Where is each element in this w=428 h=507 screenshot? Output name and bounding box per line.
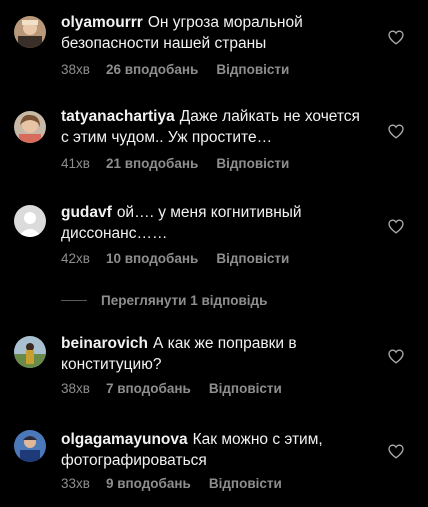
comment-username[interactable]: beinarovich: [61, 335, 148, 352]
reply-button[interactable]: Відповісти: [209, 381, 282, 396]
avatar-image: [14, 16, 46, 48]
reply-button[interactable]: Відповісти: [216, 62, 289, 77]
default-avatar-icon: [14, 205, 46, 237]
comment-time: 38хв: [61, 62, 90, 77]
comment-username[interactable]: tatyanachartiya: [61, 108, 175, 125]
comment-likes-link[interactable]: 7 вподобань: [106, 381, 191, 396]
comment-meta: 41хв 21 вподобань Відповісти: [61, 156, 289, 171]
heart-icon[interactable]: [388, 124, 404, 139]
avatar[interactable]: [14, 430, 46, 462]
avatar[interactable]: [14, 111, 46, 143]
comment-likes-link[interactable]: 10 вподобань: [106, 251, 198, 266]
comment-likes-link[interactable]: 21 вподобань: [106, 156, 198, 171]
comment-meta: 42хв 10 вподобань Відповісти: [61, 251, 289, 266]
comment-time: 33хв: [61, 476, 90, 491]
reply-button[interactable]: Відповісти: [209, 476, 282, 491]
comment-time: 38хв: [61, 381, 90, 396]
comment-time: 42хв: [61, 251, 90, 266]
divider-line: [61, 299, 87, 301]
comment-text-block: beinarovich А как же поправки в конституц…: [61, 333, 361, 375]
comment-likes-link[interactable]: 9 вподобань: [106, 476, 191, 491]
avatar-image: [14, 111, 46, 143]
comment-username[interactable]: olyamourrr: [61, 14, 143, 31]
avatar[interactable]: [14, 336, 46, 368]
comment-text-block: gudavf ой…. у меня когнитивный диссонанс……: [61, 202, 361, 244]
comment-username[interactable]: gudavf: [61, 204, 112, 221]
avatar[interactable]: [14, 205, 46, 237]
heart-icon[interactable]: [388, 219, 404, 234]
reply-button[interactable]: Відповісти: [216, 251, 289, 266]
comment-text-block: olgagamayunova Как можно с этим, фотограф…: [61, 429, 361, 471]
comment-meta: 38хв 7 вподобань Відповісти: [61, 381, 282, 396]
comment-text-block: tatyanachartiya Даже лайкать не хочется с…: [61, 106, 361, 148]
heart-icon[interactable]: [388, 349, 404, 364]
heart-icon[interactable]: [388, 444, 404, 459]
comment-time: 41хв: [61, 156, 90, 171]
view-replies-button[interactable]: Переглянути 1 відповідь: [61, 289, 267, 311]
comment-meta: 38хв 26 вподобань Відповісти: [61, 62, 289, 77]
comment-text-block: olyamourrr Он угроза моральной безопаснос…: [61, 12, 361, 54]
comment-username[interactable]: olgagamayunova: [61, 431, 188, 448]
heart-icon[interactable]: [388, 30, 404, 45]
view-replies-label: Переглянути 1 відповідь: [101, 292, 268, 308]
avatar[interactable]: [14, 16, 46, 48]
avatar-image: [14, 336, 46, 368]
avatar-image: [14, 430, 46, 462]
comment-likes-link[interactable]: 26 вподобань: [106, 62, 198, 77]
reply-button[interactable]: Відповісти: [216, 156, 289, 171]
comment-meta: 33хв 9 вподобань Відповісти: [61, 476, 282, 491]
